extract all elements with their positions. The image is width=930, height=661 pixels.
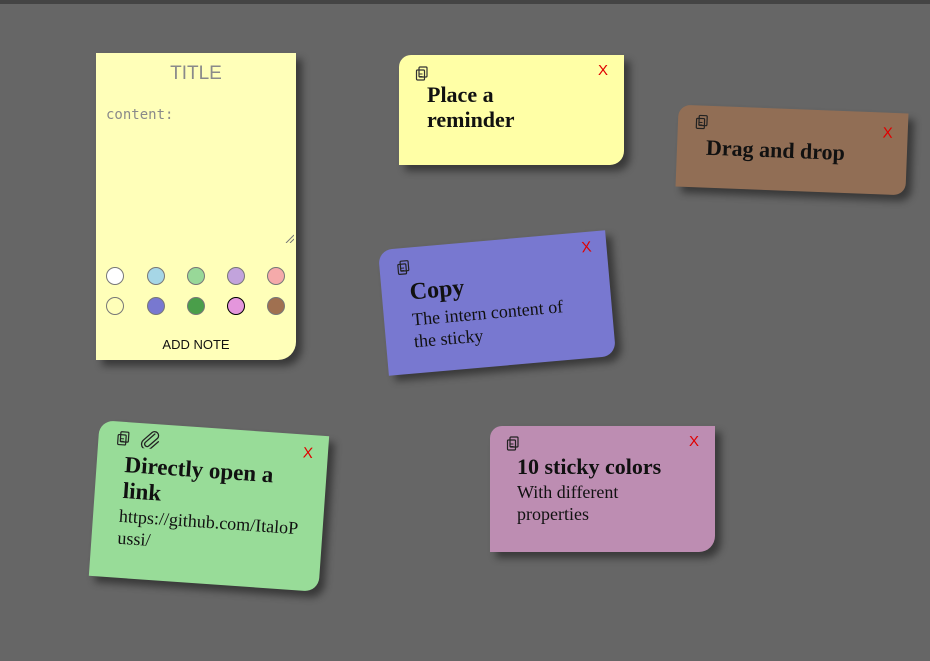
color-swatch-orchid[interactable] — [227, 297, 245, 315]
copy-icon[interactable] — [695, 113, 712, 130]
close-button[interactable]: X — [598, 62, 608, 79]
copy-icon[interactable] — [116, 429, 133, 446]
close-button[interactable]: X — [689, 433, 699, 450]
color-swatch-light-yellow[interactable] — [106, 297, 124, 315]
close-button[interactable]: X — [302, 444, 313, 462]
note-title: Place a reminder — [427, 82, 515, 132]
copy-icon[interactable] — [506, 435, 522, 451]
note-title: Directly open a link — [122, 452, 275, 506]
note-body: With different properties — [517, 482, 619, 524]
sticky-note-colors[interactable]: X 10 sticky colors With different proper… — [490, 426, 715, 552]
copy-icon[interactable] — [415, 65, 431, 81]
close-button[interactable]: X — [882, 124, 893, 141]
close-button[interactable]: X — [581, 239, 592, 257]
color-swatch-light-green[interactable] — [187, 267, 205, 285]
color-swatch-brown[interactable] — [267, 297, 285, 315]
color-swatch-pink[interactable] — [267, 267, 285, 285]
paperclip-icon[interactable] — [140, 430, 161, 450]
note-editor: TITLE content: ADD NOTE — [96, 53, 296, 360]
add-note-button[interactable]: ADD NOTE — [96, 337, 296, 352]
title-input[interactable]: TITLE — [96, 63, 296, 85]
note-link[interactable]: https://github.com/ItaloPussi/ — [117, 506, 300, 562]
color-swatch-lavender[interactable] — [227, 267, 245, 285]
sticky-note-copy[interactable]: X Copy The intern content of the sticky — [377, 230, 617, 376]
color-swatch-light-blue[interactable] — [147, 267, 165, 285]
note-title: Drag and drop — [705, 134, 846, 166]
top-border — [0, 0, 930, 4]
note-title: 10 sticky colors — [517, 454, 662, 479]
color-swatch-white[interactable] — [106, 267, 124, 285]
color-swatch-periwinkle[interactable] — [147, 297, 165, 315]
sticky-note-reminder[interactable]: X Place a reminder — [399, 55, 624, 165]
sticky-note-link[interactable]: X Directly open a link https://github.co… — [88, 420, 330, 592]
content-textarea[interactable]: content: — [106, 107, 290, 239]
color-swatch-green[interactable] — [187, 297, 205, 315]
sticky-note-drag[interactable]: X Drag and drop — [675, 104, 909, 196]
copy-icon[interactable] — [396, 258, 413, 275]
resize-grip-icon[interactable] — [284, 233, 294, 243]
